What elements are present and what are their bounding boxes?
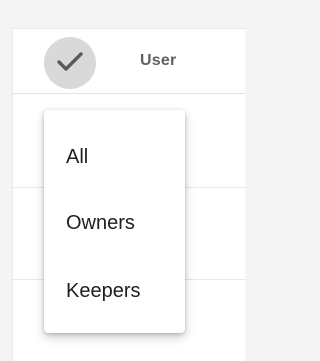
menu-item-label: Owners bbox=[66, 212, 135, 234]
checkmark-icon bbox=[57, 52, 83, 71]
table-header-row: User bbox=[13, 29, 245, 94]
select-all-button[interactable] bbox=[44, 37, 96, 89]
menu-item-owners[interactable]: Owners bbox=[44, 192, 185, 252]
menu-item-all[interactable]: All bbox=[44, 126, 185, 186]
menu-item-keepers[interactable]: Keepers bbox=[44, 260, 185, 320]
column-header-user[interactable]: User bbox=[140, 52, 176, 70]
user-filter-menu: All Owners Keepers bbox=[44, 110, 185, 333]
menu-item-label: All bbox=[66, 146, 89, 168]
menu-item-label: Keepers bbox=[66, 280, 141, 302]
